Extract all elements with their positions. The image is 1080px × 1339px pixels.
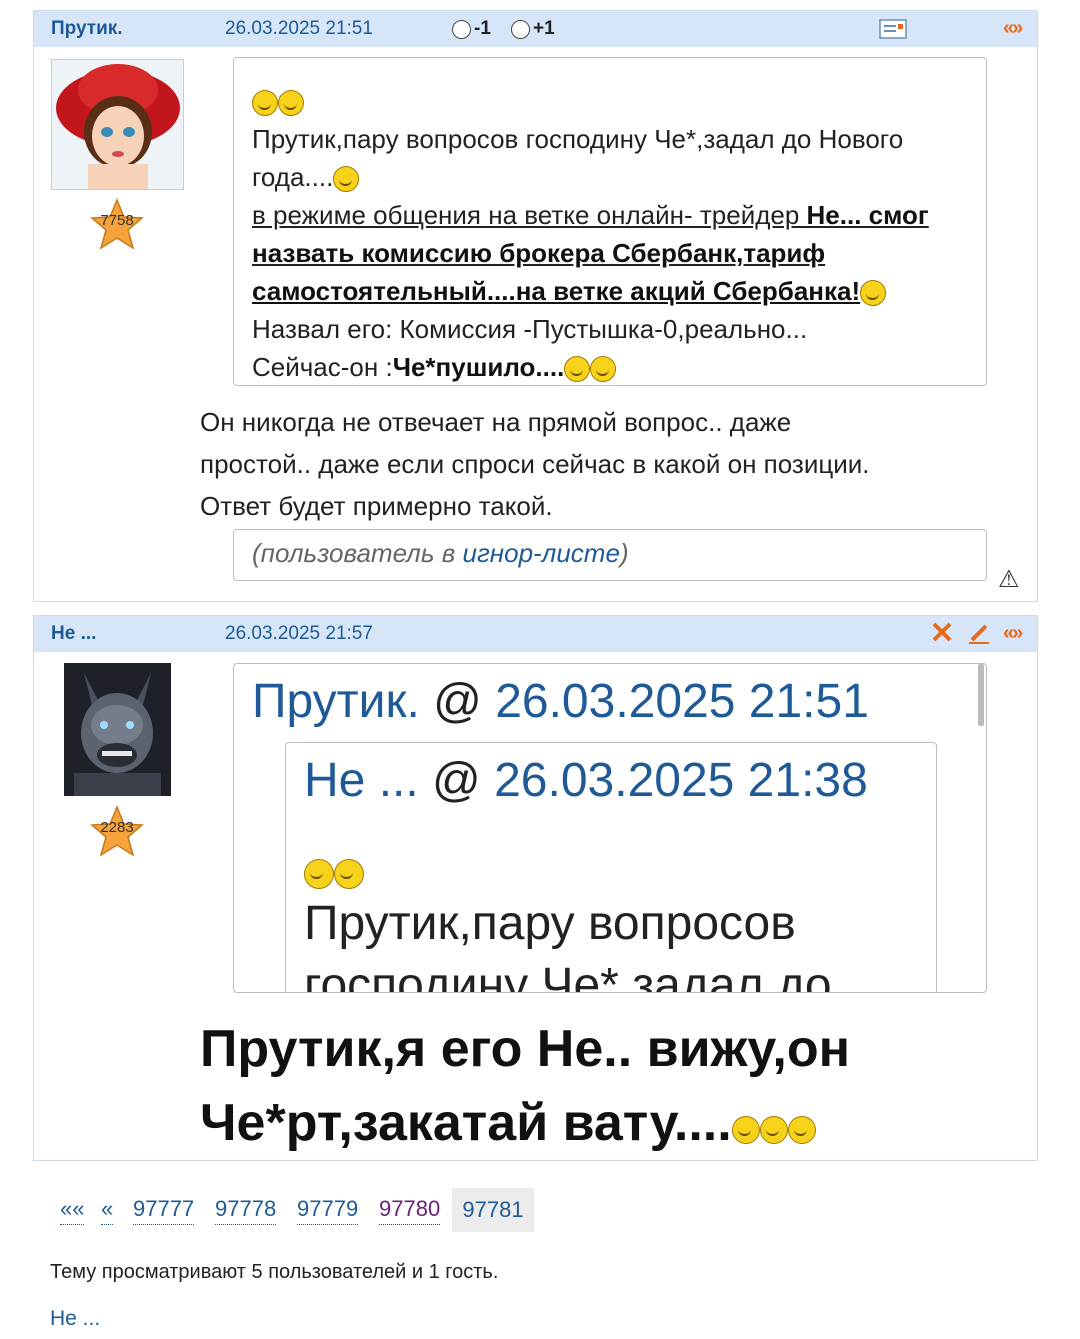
pager-current: 97781: [452, 1188, 534, 1232]
post-text: Че*рт,закатай вату....: [200, 1094, 732, 1152]
smile-icon: [278, 90, 304, 116]
ignored-box: (пользователь в игнор-листе): [233, 529, 987, 581]
post-body: Он никогда не отвечает на прямой вопрос.…: [200, 401, 870, 527]
quote-text-line: года....: [252, 158, 986, 196]
viewers-text: Тему просматривают 5 пользователей и 1 г…: [50, 1261, 499, 1283]
quote-author-link[interactable]: Прутик.: [252, 675, 420, 728]
smile-icon: [787, 1116, 816, 1144]
quote-text: года....: [252, 162, 334, 192]
post-date[interactable]: 26.03.2025 21:57: [225, 623, 373, 645]
post-author[interactable]: Прутик.: [51, 18, 123, 40]
rating-value: 2283: [100, 819, 134, 836]
post-body: Прутик,я его Не.. вижу,он Че*рт,закатай …: [200, 1012, 850, 1160]
pager-page[interactable]: 97777: [133, 1196, 195, 1225]
quote-link-bold: самостоятельный....на ветке акций Сберба…: [252, 276, 861, 306]
post-header: Не ... 26.03.2025 21:57 «»: [34, 616, 1037, 652]
quote-date-link[interactable]: 26.03.2025 21:51: [495, 675, 869, 728]
ignored-text: ): [619, 538, 629, 568]
inner-smiles-row: [304, 859, 364, 889]
quote-at: @: [419, 675, 496, 728]
quote-link[interactable]: в режиме общения на ветке онлайн- трейде…: [252, 196, 986, 234]
post-1: Прутик. 26.03.2025 21:51 -1 +1 «» 7758 П…: [33, 10, 1038, 602]
smile-icon: [334, 859, 364, 889]
quote-link[interactable]: назвать комиссию брокера Сбербанк,тариф: [252, 234, 986, 272]
vote-minus-radio[interactable]: [452, 19, 471, 39]
viewer-user-link[interactable]: Не ...: [50, 1307, 100, 1331]
rating-value: 7758: [100, 212, 134, 229]
inner-quote-text: Прутик,пару вопросов господину Че*,задал…: [304, 893, 832, 993]
smile-icon: [759, 1116, 788, 1144]
quote-link-text: в режиме общения на ветке онлайн- трейде…: [252, 200, 807, 230]
warning-icon[interactable]: ⚠: [998, 565, 1020, 594]
smile-icon: [860, 280, 887, 306]
ignore-list-link[interactable]: игнор-листе: [463, 538, 620, 568]
post-text-line: Прутик,я его Не.. вижу,он: [200, 1020, 851, 1078]
quote-link-bold: Не... смог: [806, 200, 929, 230]
avatar[interactable]: [64, 663, 171, 796]
rating-star: 7758: [89, 197, 145, 253]
quote-nav-button[interactable]: «»: [1003, 17, 1023, 40]
edit-icon[interactable]: [967, 621, 991, 651]
inner-quote-author-link[interactable]: Не ...: [304, 754, 419, 807]
quote-header: Прутик. @ 26.03.2025 21:51: [252, 674, 869, 730]
pager-page[interactable]: 97778: [215, 1196, 277, 1225]
inner-quote-header: Не ... @ 26.03.2025 21:38: [304, 753, 868, 809]
vote-plus-radio[interactable]: [511, 19, 530, 39]
quote-link[interactable]: самостоятельный....на ветке акций Сберба…: [252, 272, 986, 310]
vote-minus-label: -1: [474, 18, 491, 39]
post-header: Прутик. 26.03.2025 21:51 -1 +1 «»: [34, 11, 1037, 47]
smile-icon: [304, 859, 334, 889]
scrollbar[interactable]: [978, 664, 984, 726]
inner-quote-box: Не ... @ 26.03.2025 21:38 Прутик,пару во…: [285, 742, 937, 993]
smile-icon: [564, 356, 591, 382]
vote-plus[interactable]: +1: [511, 18, 555, 40]
pager-prev[interactable]: «: [101, 1196, 114, 1225]
post-2: Не ... 26.03.2025 21:57 «» 2283 Прутик. …: [33, 615, 1038, 1161]
rating-star: 2283: [89, 804, 145, 860]
post-author[interactable]: Не ...: [51, 623, 96, 645]
quote-text: Сейчас-он :: [252, 352, 393, 382]
delete-icon[interactable]: [930, 620, 954, 650]
quote-nav-button[interactable]: «»: [1003, 622, 1023, 645]
inner-quote-line: Прутик,пару вопросов: [304, 897, 796, 950]
inner-quote-line: господину Че*,задал до: [304, 959, 832, 993]
quote-text-line: Сейчас-он :Че*пушило....: [252, 348, 986, 385]
post-text-line: Че*рт,закатай вату....: [200, 1086, 850, 1160]
quote-text-bold: Че*пушило....: [392, 352, 565, 382]
vote-plus-label: +1: [533, 18, 555, 39]
quote-link-bold: назвать комиссию брокера Сбербанк,тариф: [252, 238, 826, 268]
quote-box: Прутик,пару вопросов господину Че*,задал…: [233, 57, 987, 386]
inner-quote-date-link[interactable]: 26.03.2025 21:38: [494, 754, 868, 807]
quote-at: @: [418, 754, 495, 807]
post-text-line: Он никогда не отвечает на прямой вопрос.…: [200, 407, 792, 437]
smile-icon: [731, 1116, 760, 1144]
pager-page[interactable]: 97780: [379, 1196, 441, 1225]
pager-page[interactable]: 97779: [297, 1196, 359, 1225]
ignored-text: (пользователь в: [252, 538, 463, 568]
quote-box: Прутик. @ 26.03.2025 21:51 Не ... @ 26.0…: [233, 663, 987, 993]
post-date[interactable]: 26.03.2025 21:51: [225, 18, 373, 40]
post-text-line: Ответ будет примерно такой.: [200, 491, 553, 521]
smile-icon: [333, 166, 360, 192]
quote-text-line: Прутик,пару вопросов господину Че*,задал…: [252, 124, 904, 154]
avatar[interactable]: [51, 59, 184, 190]
post-text-line: простой.. даже если спроси сейчас в како…: [200, 449, 870, 479]
message-icon[interactable]: [879, 19, 907, 45]
vote-minus[interactable]: -1: [452, 18, 491, 40]
quote-smiles-row: [252, 82, 986, 120]
pager-first[interactable]: ««: [60, 1196, 85, 1225]
quote-text-line: Назвал его: Комиссия -Пустышка-0,реально…: [252, 314, 808, 344]
smile-icon: [252, 90, 278, 116]
smile-icon: [590, 356, 617, 382]
